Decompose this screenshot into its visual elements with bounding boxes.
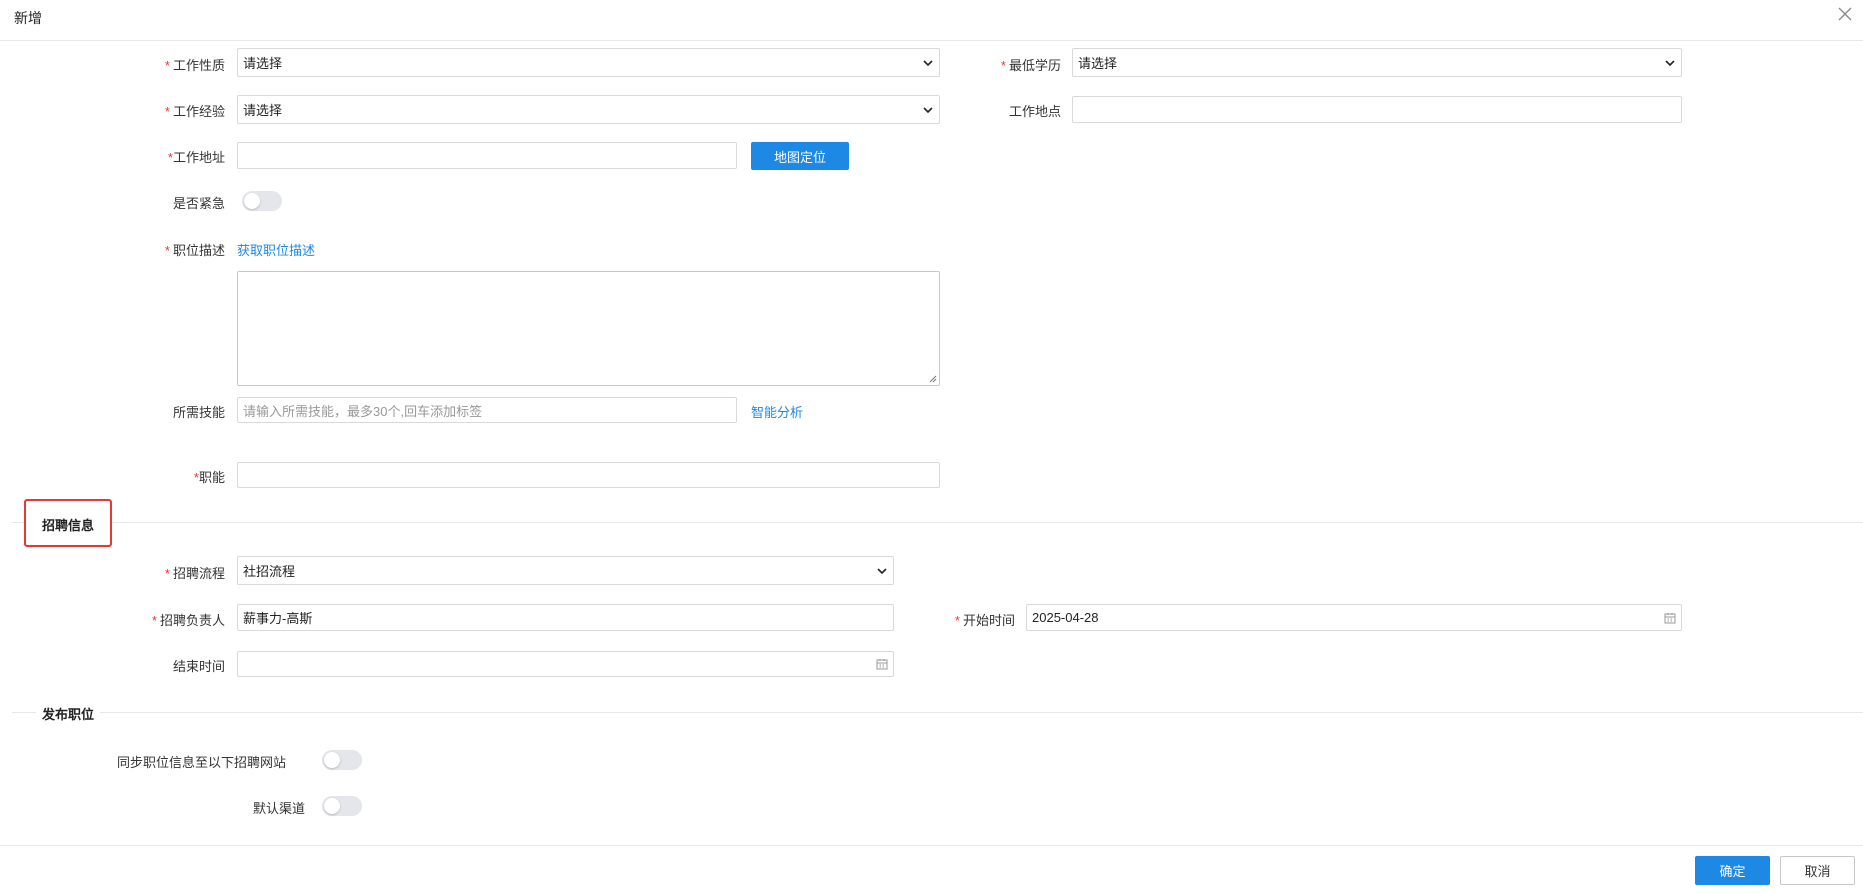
experience-label: * 工作经验 [164,104,225,119]
sync-label: 同步职位信息至以下招聘网站 [116,755,286,770]
experience-select[interactable]: 请选择 [237,95,940,124]
address-label: *工作地址 [167,150,225,165]
process-value: 社招流程 [243,564,296,579]
publish-section-divider [12,712,1863,713]
owner-input[interactable]: 薪事力-高斯 [237,604,894,631]
start-time-label: * 开始时间 [954,613,1015,628]
job-nature-label: * 工作性质 [164,58,225,73]
chevron-down-icon [877,567,887,574]
default-channel-toggle[interactable] [322,796,362,816]
dialog-title: 新增 [14,10,42,26]
experience-value: 请选择 [243,103,283,118]
header-divider [0,40,1863,41]
min-education-value: 请选择 [1078,56,1118,71]
cancel-button[interactable]: 取消 [1780,856,1855,885]
start-time-input[interactable]: 2025-04-28 [1026,604,1682,631]
chevron-down-icon [923,59,933,66]
function-label: *职能 [193,470,225,485]
resize-handle-icon[interactable] [928,374,937,383]
min-education-label: * 最低学历 [1000,58,1061,73]
publish-section-title: 发布职位 [36,704,101,723]
function-input[interactable] [237,462,940,488]
process-label: * 招聘流程 [164,566,225,581]
chevron-down-icon [923,106,933,113]
default-channel-label: 默认渠道 [252,801,305,816]
calendar-icon[interactable] [876,658,888,670]
location-input[interactable] [1072,96,1682,123]
recruit-section-title: 招聘信息 [42,518,95,533]
end-time-input[interactable] [237,651,894,677]
skills-label: 所需技能 [172,405,225,420]
recruit-section-divider [12,522,1863,523]
toggle-knob [244,193,260,209]
process-select[interactable]: 社招流程 [237,556,894,585]
smart-analysis-link[interactable]: 智能分析 [751,402,803,421]
toggle-knob [324,798,340,814]
close-icon[interactable] [1837,6,1853,22]
start-time-value: 2025-04-28 [1032,610,1099,625]
skills-input[interactable]: 请输入所需技能，最多30个,回车添加标签 [237,397,737,423]
location-label: 工作地点 [1008,104,1061,119]
urgent-label: 是否紧急 [172,196,225,211]
footer-divider [0,845,1863,846]
description-label: * 职位描述 [164,243,225,258]
owner-label: * 招聘负责人 [151,613,225,628]
address-input[interactable] [237,142,737,169]
confirm-button[interactable]: 确定 [1695,856,1770,885]
job-nature-select[interactable]: 请选择 [237,48,940,77]
sync-toggle[interactable] [322,750,362,770]
chevron-down-icon [1665,59,1675,66]
end-time-label: 结束时间 [172,659,225,674]
get-description-link[interactable]: 获取职位描述 [237,240,315,259]
description-textarea[interactable] [237,271,940,386]
min-education-select[interactable]: 请选择 [1072,48,1682,77]
job-nature-value: 请选择 [243,56,283,71]
map-locate-button[interactable]: 地图定位 [751,142,849,170]
urgent-toggle[interactable] [242,191,282,211]
toggle-knob [324,752,340,768]
calendar-icon[interactable] [1664,612,1676,624]
